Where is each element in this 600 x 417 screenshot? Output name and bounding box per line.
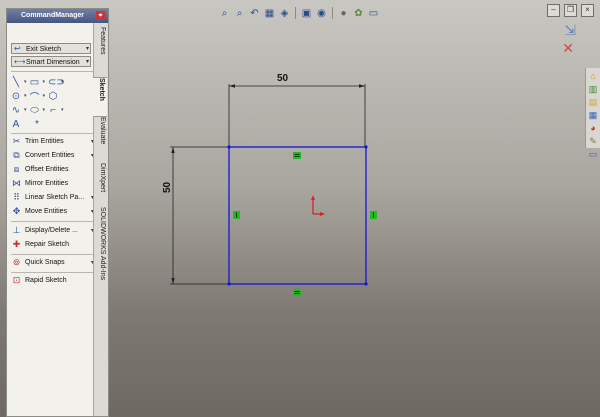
sketch-rectangle[interactable] — [228, 146, 367, 285]
origin-icon — [311, 195, 325, 216]
vertical-dimension[interactable]: 50 — [162, 146, 229, 285]
vertical-relation-right[interactable] — [370, 211, 377, 219]
horizontal-dimension[interactable]: 50 — [228, 73, 366, 146]
horizontal-dimension-value[interactable]: 50 — [277, 73, 289, 84]
vertex-point[interactable] — [227, 282, 231, 286]
sketch-canvas[interactable]: 50 50 — [0, 0, 600, 417]
vertical-relation-left[interactable] — [233, 211, 240, 219]
rectangle-vertices — [227, 145, 368, 286]
vertex-point[interactable] — [364, 282, 368, 286]
horizontal-relation-bottom[interactable] — [293, 289, 301, 296]
vertex-point[interactable] — [364, 145, 368, 149]
vertex-point[interactable] — [227, 145, 231, 149]
vertical-dimension-value[interactable]: 50 — [162, 181, 173, 193]
horizontal-relation-top[interactable] — [293, 152, 301, 159]
